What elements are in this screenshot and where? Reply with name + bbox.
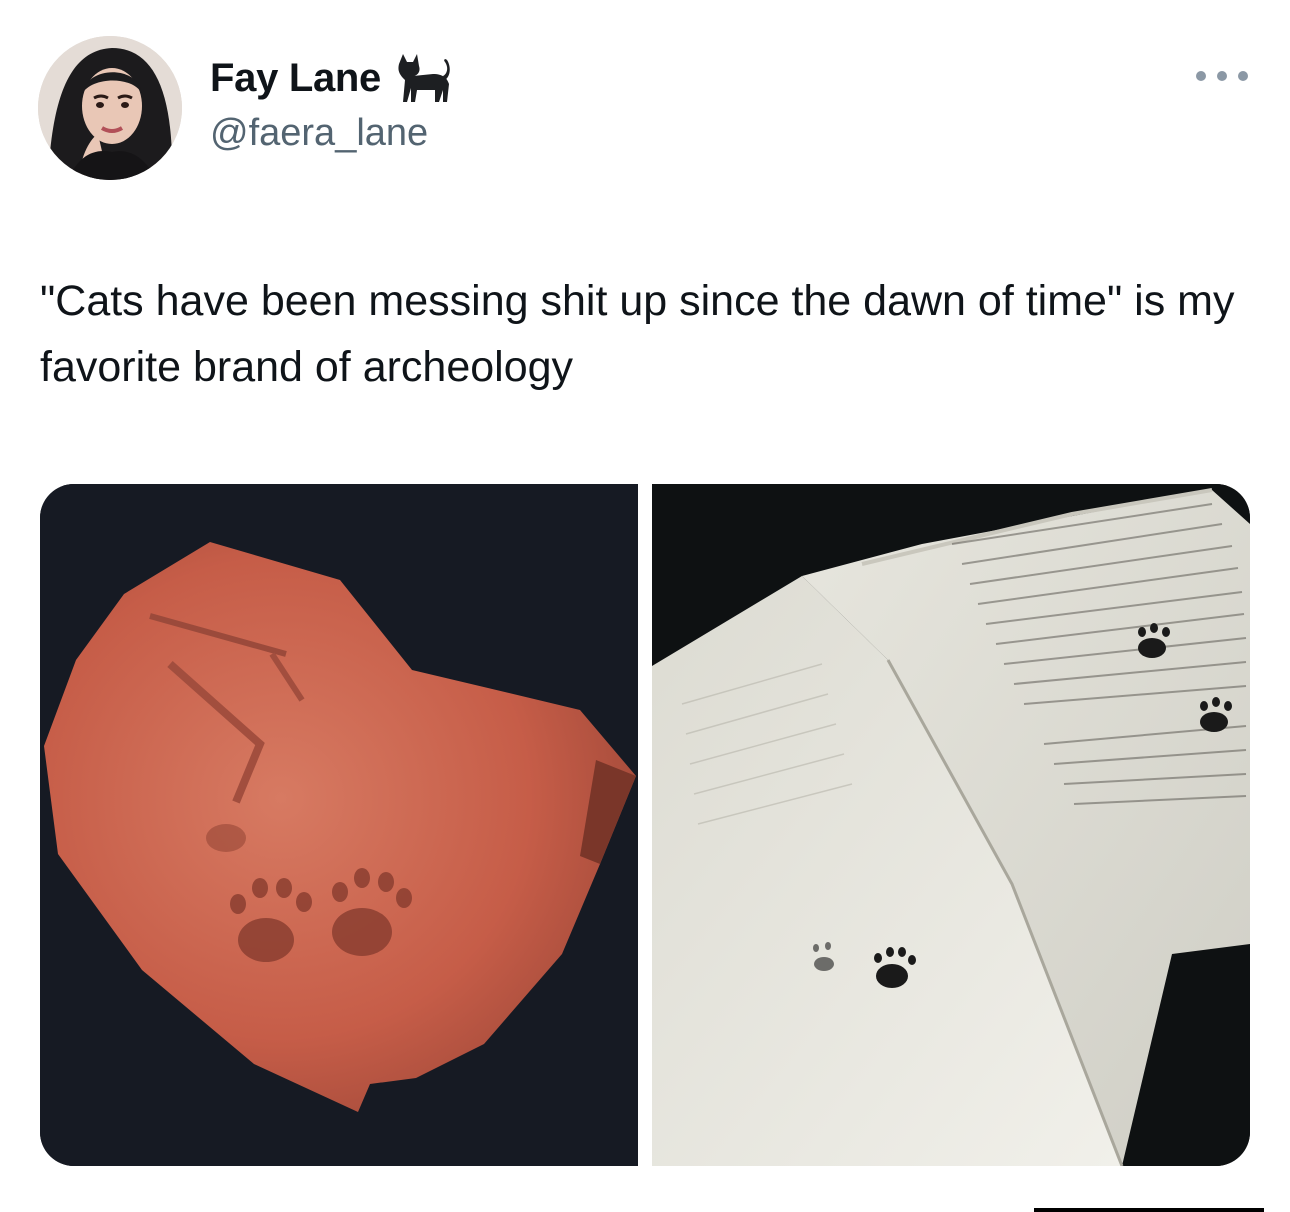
media-grid (40, 484, 1250, 1166)
tweet-text: "Cats have been messing shit up since th… (40, 277, 1235, 391)
author-name-row: Fay Lane (210, 52, 457, 104)
more-options-icon[interactable] (1196, 64, 1248, 88)
dot-icon (1217, 71, 1227, 81)
cat-icon (398, 54, 450, 102)
brick-with-paw-prints-photo[interactable] (40, 484, 638, 1166)
avatar[interactable] (38, 36, 182, 180)
author-display-name[interactable]: Fay Lane (210, 56, 381, 101)
manuscript-with-paw-prints-photo[interactable] (652, 484, 1250, 1166)
media-gap (638, 484, 652, 1166)
bottom-divider (1034, 1208, 1264, 1212)
author-handle[interactable]: @faera_lane (210, 112, 428, 155)
dot-icon (1238, 71, 1248, 81)
dot-icon (1196, 71, 1206, 81)
